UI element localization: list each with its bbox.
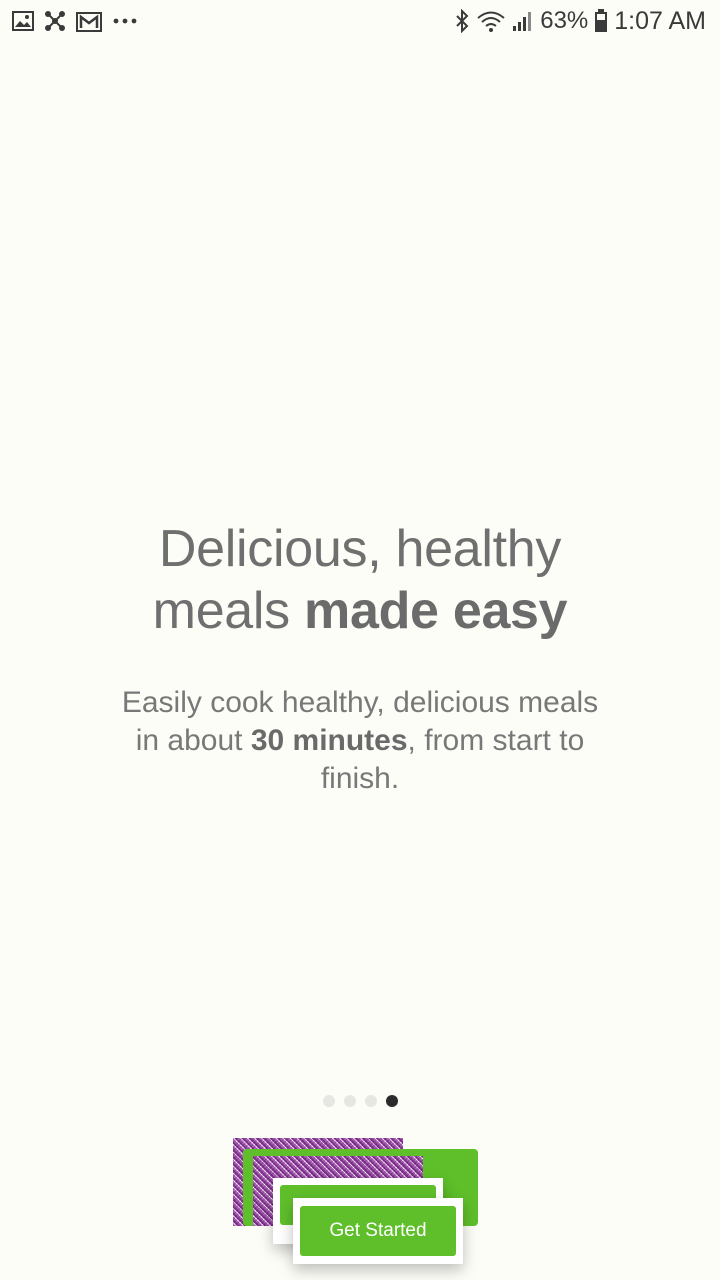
battery-percent: 63% bbox=[540, 7, 589, 34]
status-left bbox=[12, 10, 148, 32]
headline-emphasis: made easy bbox=[304, 582, 568, 640]
headline-line2-prefix: meals bbox=[152, 582, 305, 640]
headline-line1: Delicious, healthy bbox=[158, 520, 562, 578]
get-started-button[interactable]: Get Started bbox=[300, 1206, 456, 1256]
status-bar: 63% 1:07 AM bbox=[0, 0, 720, 42]
bluetooth-icon bbox=[454, 9, 470, 33]
headline-line2: meals made easy bbox=[0, 580, 720, 642]
clock: 1:07 AM bbox=[614, 6, 706, 35]
page-dot-2[interactable] bbox=[343, 1095, 356, 1107]
gallery-icon bbox=[12, 11, 34, 31]
page-dot-1[interactable] bbox=[322, 1095, 335, 1107]
description-emphasis: 30 minutes bbox=[250, 724, 408, 757]
headline: Delicious, healthy meals made easy bbox=[0, 518, 720, 642]
battery-icon bbox=[594, 9, 608, 33]
network-icon bbox=[44, 10, 66, 32]
page-dot-3[interactable] bbox=[364, 1095, 377, 1107]
description: Easily cook healthy, delicious meals in … bbox=[110, 684, 610, 798]
wifi-icon bbox=[476, 9, 506, 33]
gmail-icon bbox=[76, 10, 102, 32]
page-indicator bbox=[0, 1095, 720, 1107]
more-dots-icon bbox=[112, 17, 138, 25]
status-right: 63% 1:07 AM bbox=[448, 7, 706, 36]
page-dot-4-active[interactable] bbox=[385, 1095, 398, 1107]
signal-icon bbox=[512, 10, 534, 32]
